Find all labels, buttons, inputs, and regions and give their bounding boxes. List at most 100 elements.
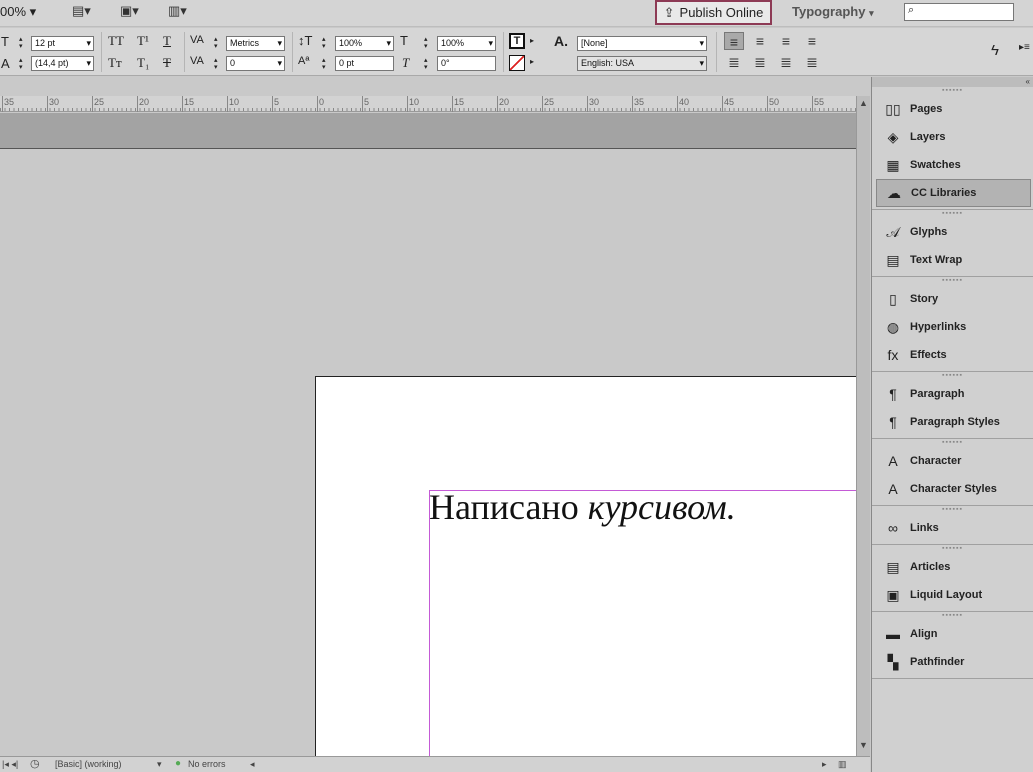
subscript-icon[interactable]: T₁ bbox=[137, 55, 149, 71]
vertical-scale-field[interactable]: 100% bbox=[335, 36, 394, 51]
divider bbox=[101, 32, 102, 72]
split-layout-icon[interactable]: ▥ bbox=[838, 759, 847, 770]
document-canvas[interactable]: Написано курсивом. bbox=[0, 150, 856, 756]
justify-right-icon[interactable]: ≣ bbox=[776, 53, 796, 71]
ruler-number: 10 bbox=[229, 97, 240, 107]
stroke-none-icon[interactable] bbox=[509, 55, 525, 71]
ruler-number: 25 bbox=[544, 97, 555, 107]
ruler-number: 5 bbox=[364, 97, 370, 107]
align-right-icon[interactable]: ≡ bbox=[776, 32, 796, 50]
share-icon: ⇪ bbox=[663, 4, 675, 20]
document-text[interactable]: Написано курсивом. bbox=[429, 486, 736, 528]
page-nav-icon[interactable]: |◂ ◂| bbox=[2, 759, 18, 770]
strikethrough-icon[interactable]: T bbox=[163, 55, 171, 71]
align-center-icon[interactable]: ≡ bbox=[750, 32, 770, 50]
skew-field[interactable]: 0° bbox=[437, 56, 496, 71]
panel-character[interactable]: A Character bbox=[872, 447, 1033, 475]
panel-pages[interactable]: ▯▯ Pages bbox=[872, 95, 1033, 123]
character-style-select[interactable]: [None] bbox=[577, 36, 707, 51]
all-caps-icon[interactable]: TT bbox=[108, 33, 124, 49]
underline-icon[interactable]: T bbox=[163, 33, 171, 49]
stroke-menu-icon[interactable]: ▸ bbox=[530, 57, 534, 66]
publish-online-button[interactable]: ⇪ Publish Online bbox=[655, 0, 772, 25]
workspace-switcher[interactable]: Typography ▾ bbox=[792, 4, 874, 19]
panel-group-grip[interactable]: ▪▪▪▪▪▪ bbox=[872, 506, 1033, 514]
panel-group-grip[interactable]: ▪▪▪▪▪▪ bbox=[872, 372, 1033, 380]
align-left-icon[interactable]: ≡ bbox=[724, 32, 744, 50]
baseline-shift-stepper[interactable]: ▴ ▾ bbox=[322, 57, 331, 71]
preflight-profile[interactable]: [Basic] (working) bbox=[55, 759, 122, 769]
panel-swatches[interactable]: ▦ Swatches bbox=[872, 151, 1033, 179]
panel-group-grip[interactable]: ▪▪▪▪▪▪ bbox=[872, 210, 1033, 218]
vertical-scale-stepper[interactable]: ▴ ▾ bbox=[322, 36, 331, 50]
font-size-stepper[interactable]: ▴ ▾ bbox=[19, 36, 28, 50]
preflight-menu-icon[interactable]: ◂ bbox=[250, 759, 255, 770]
font-size-field[interactable]: 12 pt bbox=[31, 36, 94, 51]
search-input[interactable]: ⌕ bbox=[904, 3, 1014, 21]
zoom-level[interactable]: 00% ▾ bbox=[0, 4, 36, 20]
panel-story[interactable]: ▯ Story bbox=[872, 285, 1033, 313]
baseline-shift-field[interactable]: 0 pt bbox=[335, 56, 394, 71]
view-options-icon[interactable]: ▤▾ bbox=[72, 3, 91, 21]
scroll-right-icon[interactable]: ▸ bbox=[822, 759, 827, 770]
small-caps-icon[interactable]: Tт bbox=[108, 55, 122, 71]
panel-effects[interactable]: fx Effects bbox=[872, 341, 1033, 369]
panel-label: Paragraph bbox=[910, 388, 965, 400]
vertical-scrollbar[interactable]: ▲ ▼ bbox=[856, 96, 870, 756]
panel-align[interactable]: ▬ Align bbox=[872, 620, 1033, 648]
kerning-stepper[interactable]: ▴ ▾ bbox=[214, 36, 223, 50]
align-icon: ▬ bbox=[886, 626, 900, 642]
horizontal-scale-field[interactable]: 100% bbox=[437, 36, 496, 51]
panel-hyperlinks[interactable]: ◍ Hyperlinks bbox=[872, 313, 1033, 341]
quick-apply-icon[interactable]: ϟ bbox=[991, 42, 999, 59]
screen-mode-icon[interactable]: ▣▾ bbox=[120, 3, 139, 21]
profile-dropdown-icon[interactable]: ▾ bbox=[157, 759, 162, 770]
arrange-documents-icon[interactable]: ▥▾ bbox=[168, 3, 187, 21]
horizontal-ruler[interactable]: 35 30 25 20 15 10 5 0 5 10 15 20 25 30 35 40 45 50 55 bbox=[0, 96, 856, 112]
panel-liquid-layout[interactable]: ▣ Liquid Layout bbox=[872, 581, 1033, 609]
status-bar: |◂ ◂| ◷ [Basic] (working) ▾ ● No errors … bbox=[0, 756, 870, 772]
skew-stepper[interactable]: ▴ ▾ bbox=[424, 57, 433, 71]
panel-group-grip[interactable]: ▪▪▪▪▪▪ bbox=[872, 87, 1033, 95]
panel-text-wrap[interactable]: ▤ Text Wrap bbox=[872, 246, 1033, 274]
panel-pathfinder[interactable]: ▚ Pathfinder bbox=[872, 648, 1033, 676]
tracking-stepper[interactable]: ▴ ▾ bbox=[214, 57, 223, 71]
panel-cc-libraries[interactable]: ☁ CC Libraries bbox=[876, 179, 1031, 207]
panel-group-grip[interactable]: ▪▪▪▪▪▪ bbox=[872, 439, 1033, 447]
panel-paragraph[interactable]: ¶ Paragraph bbox=[872, 380, 1033, 408]
panel-label: Character bbox=[910, 455, 962, 467]
panel-paragraph-styles[interactable]: ¶ Paragraph Styles bbox=[872, 408, 1033, 436]
justify-center-icon[interactable]: ≣ bbox=[750, 53, 770, 71]
fill-menu-icon[interactable]: ▸ bbox=[530, 36, 534, 45]
panel-articles[interactable]: ▤ Articles bbox=[872, 553, 1033, 581]
fill-text-icon[interactable]: T bbox=[509, 33, 525, 49]
kerning-field[interactable]: Metrics bbox=[226, 36, 285, 51]
panel-group-grip[interactable]: ▪▪▪▪▪▪ bbox=[872, 277, 1033, 285]
panel-menu-icon[interactable]: ▸≡ bbox=[1019, 42, 1030, 53]
panel-group: ▪▪▪▪▪▪ ¶ Paragraph ¶ Paragraph Styles bbox=[872, 372, 1033, 439]
align-towards-spine-icon[interactable]: ≡ bbox=[802, 32, 822, 50]
panel-group-grip[interactable]: ▪▪▪▪▪▪ bbox=[872, 612, 1033, 620]
leading-stepper[interactable]: ▴ ▾ bbox=[19, 57, 28, 71]
liquid-layout-icon: ▣ bbox=[886, 586, 900, 603]
language-select[interactable]: English: USA bbox=[577, 56, 707, 71]
panel-label: Liquid Layout bbox=[910, 589, 983, 601]
collapse-dock-icon[interactable]: « bbox=[872, 77, 1033, 87]
justify-left-icon[interactable]: ≣ bbox=[724, 53, 744, 71]
ruler-number: 45 bbox=[724, 97, 735, 107]
justify-all-icon[interactable]: ≣ bbox=[802, 53, 822, 71]
scroll-down-icon[interactable]: ▼ bbox=[859, 740, 868, 750]
text-wrap-icon: ▤ bbox=[886, 251, 900, 268]
panel-glyphs[interactable]: 𝒜 Glyphs bbox=[872, 218, 1033, 246]
leading-icon: A bbox=[1, 56, 10, 71]
superscript-icon[interactable]: T¹ bbox=[137, 33, 149, 49]
leading-field[interactable]: (14,4 pt) bbox=[31, 56, 94, 71]
horizontal-scale-stepper[interactable]: ▴ ▾ bbox=[424, 36, 433, 50]
panel-links[interactable]: ∞ Links bbox=[872, 514, 1033, 542]
panel-group-grip[interactable]: ▪▪▪▪▪▪ bbox=[872, 545, 1033, 553]
panel-layers[interactable]: ◈ Layers bbox=[872, 123, 1033, 151]
tracking-field[interactable]: 0 bbox=[226, 56, 285, 71]
panel-character-styles[interactable]: A Character Styles bbox=[872, 475, 1033, 503]
text-frame[interactable] bbox=[429, 490, 856, 756]
scroll-up-icon[interactable]: ▲ bbox=[859, 98, 868, 108]
